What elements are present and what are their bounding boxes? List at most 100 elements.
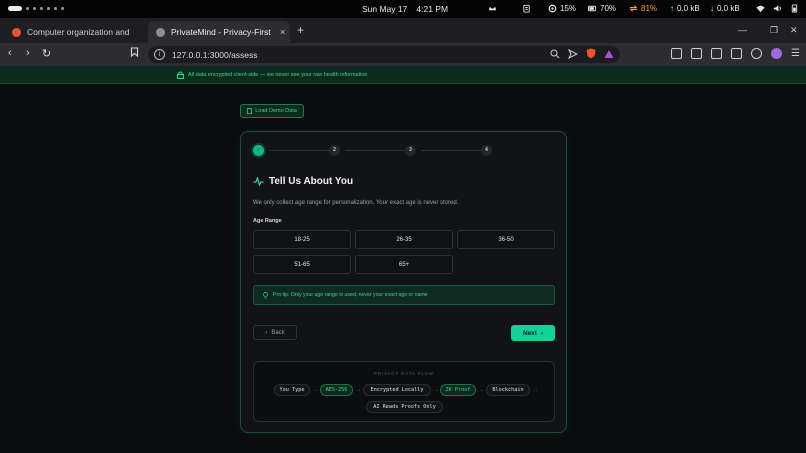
form-title: Tell Us About You xyxy=(269,176,354,187)
wallet-icon[interactable] xyxy=(731,48,743,59)
battery-text: 70% xyxy=(600,4,617,13)
arrow-down-icon: ↓ xyxy=(710,4,714,13)
load-demo-data-button[interactable]: Load Demo Data xyxy=(240,104,304,118)
arrow-right-icon: → xyxy=(313,387,318,393)
new-tab-button[interactable]: + xyxy=(297,23,304,37)
cpu-text: 15% xyxy=(560,4,577,13)
minimize-icon[interactable]: — xyxy=(738,25,747,35)
screenshot-icon[interactable] xyxy=(691,48,703,59)
globe-icon xyxy=(156,27,165,37)
profile-avatar-icon[interactable] xyxy=(771,48,783,59)
battery-indicator[interactable]: 70% xyxy=(588,4,616,13)
sync-icon xyxy=(629,5,638,12)
lock-icon xyxy=(177,71,184,79)
clock[interactable]: Sun May 17 4:21 PM xyxy=(362,4,457,14)
sync-text: 81% xyxy=(641,4,658,13)
database-icon xyxy=(247,108,253,114)
sync-indicator[interactable]: 81% xyxy=(629,4,657,13)
flow-chip-you-type: You Type xyxy=(274,384,310,396)
url-text: 127.0.0.1:3000/assess xyxy=(172,50,258,60)
brave-shield-icon[interactable] xyxy=(586,48,596,59)
wifi-icon[interactable] xyxy=(756,4,765,13)
battery-icon xyxy=(588,5,597,12)
lightbulb-icon xyxy=(263,291,268,298)
arrow-right-icon: → xyxy=(356,387,361,393)
sidebar-icon[interactable] xyxy=(711,48,723,59)
load-demo-data-label: Load Demo Data xyxy=(255,108,297,114)
age-option-36-50[interactable]: 36-50 xyxy=(457,230,555,249)
address-bar[interactable]: i 127.0.0.1:3000/assess xyxy=(148,46,620,63)
site-info-icon[interactable]: i xyxy=(154,49,165,60)
workspace-indicator[interactable] xyxy=(8,6,64,11)
clipboard-icon[interactable] xyxy=(522,4,531,13)
close-window-icon[interactable]: ✕ xyxy=(790,25,798,36)
title-row: Tell Us About You xyxy=(253,176,353,187)
privacy-banner: All data encrypted client-side — we neve… xyxy=(0,66,806,84)
back-label: Back xyxy=(271,329,285,336)
pro-tip-text: Pro tip: Only your age range is used, ne… xyxy=(273,292,428,298)
send-icon[interactable] xyxy=(568,48,578,59)
net-up-indicator[interactable]: ↑ 0.0 kB xyxy=(670,4,700,13)
zoom-icon[interactable] xyxy=(550,49,560,59)
next-button[interactable]: Next › xyxy=(511,325,555,341)
browser-navigation-bar: ‹ › ↻ i 127.0.0.1:3000/assess ☰ xyxy=(0,43,806,66)
bookmark-icon[interactable] xyxy=(130,47,139,60)
privacy-data-flow: PRIVACY DATA FLOW You Type → AES-256 → E… xyxy=(253,361,555,422)
assessment-page: Load Demo Data ✓ 2 3 4 Tell Us About You… xyxy=(0,84,806,453)
step-4: 4 xyxy=(481,145,492,156)
flow-chip-aes: AES-256 xyxy=(320,384,353,396)
brave-rewards-icon[interactable] xyxy=(604,49,614,59)
site-favicon-icon xyxy=(12,27,21,37)
age-option-51-65[interactable]: 51-65 xyxy=(253,255,351,274)
arrow-right-icon: → xyxy=(434,387,439,393)
step-3: 3 xyxy=(405,145,416,156)
age-option-65-plus[interactable]: 65+ xyxy=(355,255,453,274)
assessment-card: ✓ 2 3 4 Tell Us About You We only collec… xyxy=(240,131,567,433)
net-down-text: 0.0 kB xyxy=(717,4,740,13)
next-label: Next xyxy=(522,329,537,337)
back-button[interactable]: ‹ Back xyxy=(253,325,297,340)
os-top-bar: Sun May 17 4:21 PM 15% 70% 81% ↑ 0.0 kB ↓ 0… xyxy=(0,0,806,18)
arrow-up-icon: ↑ xyxy=(670,4,674,13)
net-down-indicator[interactable]: ↓ 0.0 kB xyxy=(710,4,740,13)
banner-text: All data encrypted client-side — we neve… xyxy=(188,72,368,78)
cat-icon[interactable] xyxy=(488,4,497,13)
chevron-right-icon: › xyxy=(540,329,544,337)
pro-tip-box: Pro tip: Only your age range is used, ne… xyxy=(253,285,555,305)
volume-icon[interactable] xyxy=(773,4,782,13)
browser-tab-bar: Computer organization and a PrivateMind … xyxy=(0,18,806,43)
power-battery-icon[interactable] xyxy=(790,4,799,13)
age-range-label: Age Range xyxy=(253,218,282,224)
flow-chip-encrypted-locally: Encrypted Locally xyxy=(363,384,431,396)
date-text: Sun May 17 xyxy=(362,4,408,14)
tab-privatemind[interactable]: PrivateMind - Privacy-First × xyxy=(148,21,290,43)
tab-computer-organization[interactable]: Computer organization and a xyxy=(4,21,142,43)
age-option-18-25[interactable]: 18-25 xyxy=(253,230,351,249)
age-option-26-35[interactable]: 26-35 xyxy=(355,230,453,249)
flow-chip-ai-reads-proofs: AI Reads Proofs Only xyxy=(366,401,443,413)
back-nav-icon[interactable]: ‹ xyxy=(8,47,12,59)
step-2: 2 xyxy=(329,145,340,156)
extensions-icon[interactable] xyxy=(671,48,683,59)
net-up-text: 0.0 kB xyxy=(677,4,700,13)
forward-nav-icon[interactable]: › xyxy=(26,47,30,59)
maximize-icon[interactable]: ❐ xyxy=(770,25,778,36)
step-progress: ✓ 2 3 4 xyxy=(253,144,493,158)
reload-icon[interactable]: ↻ xyxy=(42,47,51,60)
close-tab-icon[interactable]: × xyxy=(280,27,285,37)
cpu-icon xyxy=(548,4,557,13)
leo-ai-icon[interactable] xyxy=(751,48,763,59)
form-subtitle: We only collect age range for personaliz… xyxy=(253,200,459,206)
flow-title: PRIVACY DATA FLOW xyxy=(374,371,434,376)
tab-title: PrivateMind - Privacy-First xyxy=(171,27,271,37)
cpu-indicator[interactable]: 15% xyxy=(548,4,576,13)
arrow-right-icon: → xyxy=(479,387,484,393)
tab-title: Computer organization and a xyxy=(27,27,132,37)
activity-pulse-icon xyxy=(253,177,264,186)
step-1: ✓ xyxy=(253,145,264,156)
menu-icon[interactable]: ☰ xyxy=(791,48,800,59)
flow-chip-zk-proof: ZK Proof xyxy=(440,384,476,396)
chevron-left-icon: ‹ xyxy=(265,329,268,336)
time-text: 4:21 PM xyxy=(416,4,449,14)
flow-chip-blockchain: Blockchain xyxy=(486,384,530,396)
